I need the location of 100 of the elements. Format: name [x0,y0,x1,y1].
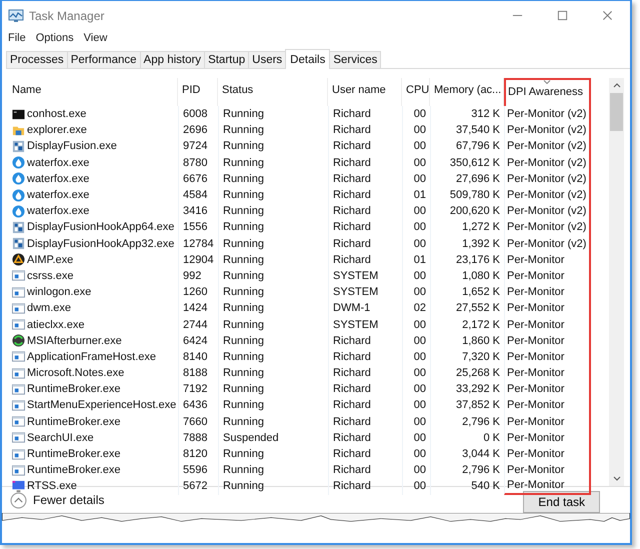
table-cell: 00 [414,416,426,428]
table-cell: csrss.exe [27,270,74,282]
table-cell: 00 [414,350,426,363]
column-header[interactable]: DPI Awareness [504,78,591,106]
tab[interactable]: Processes [6,51,68,68]
table-cell: Per-Monitor [507,464,564,476]
column-label: DPI Awareness [508,86,584,98]
menu-item[interactable]: View [84,32,108,44]
tab[interactable]: App history [140,51,206,68]
table-cell: RuntimeBroker.exe [27,383,121,396]
table-cell: Per-Monitor [507,399,564,412]
table-cell: Per-Monitor (v2) [507,108,586,120]
table-cell: Per-Monitor [507,448,564,460]
console-icon [12,108,25,121]
column-header[interactable]: CPU [402,78,430,106]
table-cell: Running [223,172,264,185]
tab[interactable]: Users [248,51,286,68]
table-cell: Per-Monitor (v2) [507,205,586,218]
tab[interactable]: Services [329,51,382,68]
table-cell: Running [223,205,264,218]
table-cell: 1,080 K [462,270,500,282]
table-cell: Richard [333,254,371,266]
scrollbar-thumb[interactable] [610,93,623,131]
column-label: User name [332,84,386,96]
table-cell: 00 [414,108,426,120]
fewer-details-link[interactable]: Fewer details [33,493,104,507]
table-cell: 00 [414,448,426,460]
application-window-icon [12,431,25,444]
table-cell: Microsoft.Notes.exe [27,367,124,380]
table-cell: 3416 [183,205,208,218]
table-cell: 01 [414,254,426,266]
application-window-icon [12,398,25,412]
tab[interactable]: Startup [204,51,250,68]
table-cell: Suspended [223,432,279,444]
table-cell: winlogon.exe [27,286,92,298]
table-cell: Running [223,318,264,331]
triangle-circle-icon [12,253,25,266]
tab[interactable]: Details [285,49,330,69]
table-cell: 7660 [183,416,208,428]
table-cell: Richard [333,448,371,460]
table-cell: RuntimeBroker.exe [27,448,121,460]
table-cell: 00 [414,383,426,396]
table-cell: RuntimeBroker.exe [27,416,121,428]
column-header[interactable]: PID [178,78,218,106]
scroll-up-icon[interactable] [612,83,620,88]
table-cell: 200,620 K [450,205,500,218]
table-cell: 00 [414,140,426,152]
table-cell: 33,292 K [456,383,500,396]
table-cell: 01 [414,189,426,202]
table-cell: Running [223,286,264,298]
water-drop-icon [12,204,25,218]
scrollbar[interactable] [609,78,624,486]
close-icon[interactable] [602,10,613,21]
table-cell: 5596 [183,464,208,476]
table-cell: ApplicationFrameHost.exe [27,350,156,363]
table-cell: Running [223,189,264,202]
table-cell: 27,552 K [456,302,500,314]
scroll-down-icon[interactable] [612,476,620,481]
column-header[interactable]: Memory (ac... [430,78,504,106]
column-header[interactable]: User name [328,78,402,106]
table-cell: 8140 [183,350,208,363]
table-cell: Running [223,448,264,460]
table-cell: 1556 [183,221,208,234]
table-cell: Per-Monitor [507,334,564,347]
table-cell: 00 [414,238,426,250]
table-cell: Running [223,124,264,136]
table-cell: RuntimeBroker.exe [27,464,121,476]
table-cell: Running [223,464,264,476]
table-cell: Richard [333,221,371,234]
table-cell: Richard [333,140,371,152]
column-header[interactable]: Name [8,78,178,106]
tab[interactable]: Performance [66,51,141,68]
table-cell: 00 [414,367,426,380]
table-cell: 350,612 K [450,156,500,169]
sort-indicator-icon [542,80,550,84]
table-cell: Per-Monitor (v2) [507,156,586,169]
table-cell: MSIAfterburner.exe [27,334,122,347]
table-cell: Running [223,254,264,266]
application-window-icon [12,318,25,332]
application-window-icon [12,269,25,282]
table-cell: 00 [414,399,426,412]
table-cell: Running [223,156,264,169]
table-cell: 25,268 K [456,367,500,380]
table-cell: 00 [414,156,426,169]
collapse-icon[interactable] [10,492,27,508]
table-cell: 7,320 K [462,350,500,363]
maximize-icon[interactable] [557,10,568,21]
menu-item[interactable]: Options [36,32,74,44]
table-cell: Per-Monitor [507,479,564,492]
menu-item[interactable]: File [8,32,26,44]
application-window-icon [12,382,25,396]
table-cell: Running [223,350,264,363]
table-cell: Running [223,140,264,152]
column-label: Memory (ac... [434,84,502,96]
end-task-button[interactable]: End task [523,491,600,513]
column-header[interactable]: Status [218,78,328,106]
table-cell: Running [223,383,264,396]
table-cell: dwm.exe [27,302,72,314]
table-cell: Per-Monitor [507,350,564,363]
table-cell: Running [223,480,264,492]
